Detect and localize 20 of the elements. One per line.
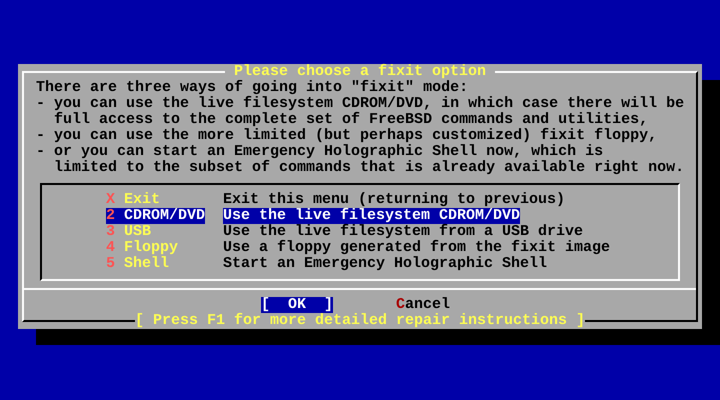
dialog-button[interactable]: Cancel <box>396 297 450 313</box>
menu-item-description: Exit this menu (returning to previous) <box>223 192 566 208</box>
menu-item-description: Start an Emergency Holographic Shell <box>223 256 548 272</box>
dialog-button[interactable]: [ OK ] <box>261 297 334 313</box>
message-line: limited to the subset of commands that is already available right now. <box>53 160 686 176</box>
menu-item[interactable]: 2 CDROM/DVD <box>106 208 205 224</box>
menu-item[interactable]: 3 USB <box>106 224 205 240</box>
message-line: - you can use the live filesystem CDROM/DVD, in which case there will be <box>36 96 686 112</box>
menu-item[interactable]: X Exit <box>106 192 205 208</box>
message-line: - or you can start an Emergency Holographic Shell now, which is <box>36 144 604 160</box>
help-hint: [ Press F1 for more detailed repair instructions ] <box>134 313 586 329</box>
dialog-title: Please choose a fixit option <box>224 64 496 80</box>
message-line: - you can use the more limited (but perhaps customized) fixit floppy, <box>36 128 658 144</box>
menu-item-description: Use the live filesystem CDROM/DVD <box>223 208 520 224</box>
menu-item-description: Use the live filesystem from a USB drive <box>223 224 584 240</box>
menu-item[interactable]: 4 Floppy <box>106 240 205 256</box>
menu-item[interactable]: 5 Shell <box>106 256 205 272</box>
message-line: full access to the complete set of FreeBSD commands and utilities, <box>53 112 648 128</box>
message-line: There are three ways of going into "fixit" mode: <box>36 80 470 96</box>
menu-item-description: Use a floppy generated from the fixit image <box>223 240 610 256</box>
